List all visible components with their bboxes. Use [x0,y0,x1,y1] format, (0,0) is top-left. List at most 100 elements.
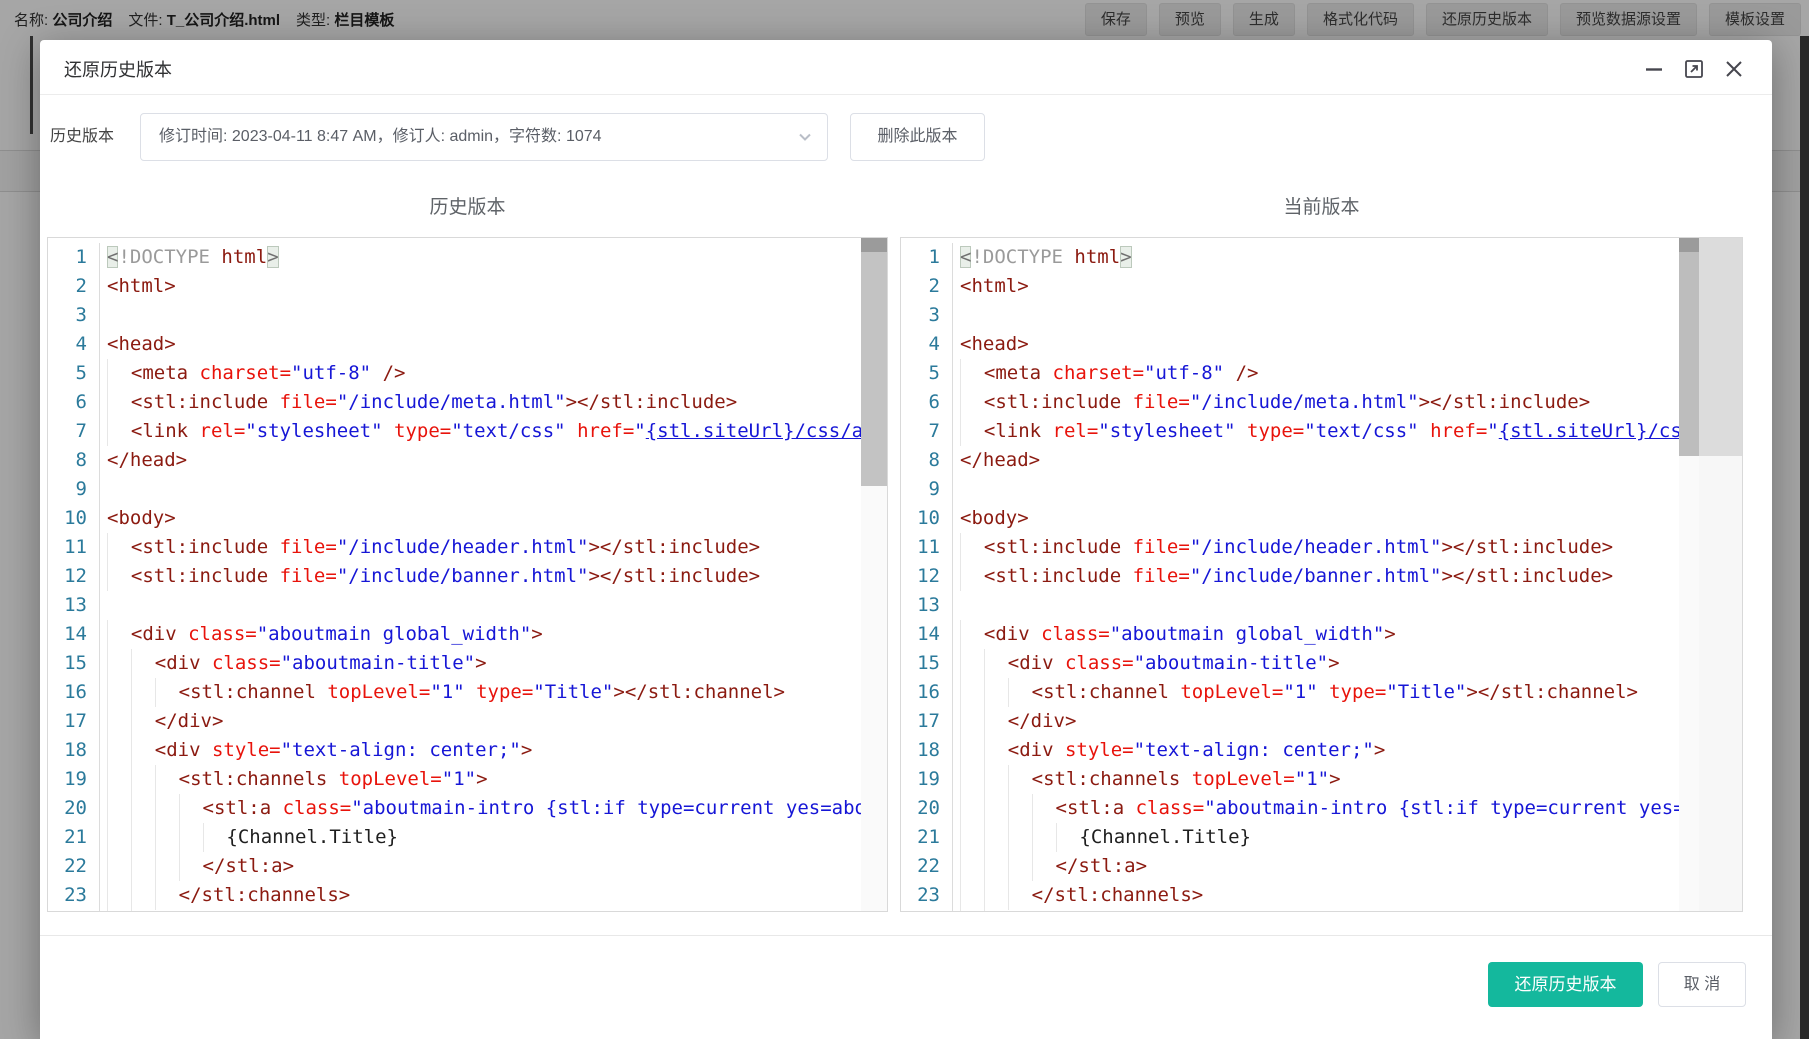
delete-version-button[interactable]: 删除此版本 [850,113,985,161]
line-number: 10 [901,504,953,533]
code-line: 16<stl:channel topLevel="1" type="Title"… [901,678,1742,707]
indent-guide [984,765,1008,794]
close-icon[interactable] [1722,57,1746,81]
code-line: 6<stl:include file="/include/meta.html">… [901,388,1742,417]
indent-guide [131,707,155,736]
code-line: 4<head> [48,330,887,359]
line-number: 19 [48,765,100,794]
code-line: 19<stl:channels topLevel="1"> [48,765,887,794]
code-line: 19<stl:channels topLevel="1"> [901,765,1742,794]
current-code-editor[interactable]: 1<!DOCTYPE html>2<html>34<head>5<meta ch… [900,237,1743,912]
maximize-icon[interactable] [1682,57,1706,81]
indent-guide [984,910,1008,912]
indent-guide [960,620,984,649]
scrollbar-button[interactable] [861,238,887,252]
line-number: 11 [48,533,100,562]
line-number: 16 [48,678,100,707]
code-line: 7<link rel="stylesheet" type="text/css" … [901,417,1742,446]
line-number: 12 [48,562,100,591]
line-number: 10 [48,504,100,533]
code-line: 23</stl:channels> [901,881,1742,910]
indent-guide [960,707,984,736]
line-number: 11 [901,533,953,562]
history-version-selected-option: 修订时间: 2023-04-11 8:47 AM，修订人: admin，字符数:… [159,114,602,160]
indent-guide [984,707,1008,736]
line-number: 4 [901,330,953,359]
restore-confirm-button[interactable]: 还原历史版本 [1488,962,1643,1007]
scrollbar-button[interactable] [1679,238,1699,252]
indent-guide [960,359,984,388]
scrollbar-thumb[interactable] [1699,238,1742,456]
line-number: 16 [901,678,953,707]
current-panel-outer-scrollbar[interactable] [1699,238,1742,911]
line-number: 5 [48,359,100,388]
indent-guide [107,707,131,736]
history-code-editor[interactable]: 1<!DOCTYPE html>2<html>34<head>5<meta ch… [47,237,888,912]
line-number: 13 [901,591,953,620]
indent-guide [960,881,984,910]
indent-guide [960,417,984,446]
code-line: 7<link rel="stylesheet" type="text/css" … [48,417,887,446]
line-number: 12 [901,562,953,591]
code-line: 17</div> [901,707,1742,736]
code-line: 5<meta charset="utf-8" /> [48,359,887,388]
indent-guide [131,910,155,912]
current-code-content: 1<!DOCTYPE html>2<html>34<head>5<meta ch… [901,238,1742,911]
line-number: 17 [901,707,953,736]
code-line: 22</stl:a> [48,852,887,881]
line-number: 6 [48,388,100,417]
indent-guide [131,852,155,881]
indent-guide [179,823,203,852]
line-number: 2 [901,272,953,301]
current-panel-title: 当前版本 [900,192,1743,219]
indent-guide [107,417,131,446]
history-editor-scrollbar[interactable] [861,238,887,911]
current-editor-scrollbar[interactable] [1679,238,1699,911]
minimize-icon[interactable] [1642,57,1666,81]
line-number: 5 [901,359,953,388]
code-line: 16<stl:channel topLevel="1" type="Title"… [48,678,887,707]
line-number: 13 [48,591,100,620]
history-panel-title: 历史版本 [47,192,888,219]
line-number: 22 [48,852,100,881]
indent-guide [131,881,155,910]
indent-guide [179,794,203,823]
code-line: 3 [901,301,1742,330]
indent-guide [131,765,155,794]
indent-guide [107,359,131,388]
code-line: 11<stl:include file="/include/header.htm… [901,533,1742,562]
line-number: 1 [901,243,953,272]
indent-guide [107,533,131,562]
indent-guide [155,765,179,794]
indent-guide [984,794,1008,823]
indent-guide [960,852,984,881]
line-number: 23 [48,881,100,910]
indent-guide [107,388,131,417]
indent-guide [131,678,155,707]
indent-guide [960,794,984,823]
code-line: 1<!DOCTYPE html> [901,243,1742,272]
line-number: 7 [48,417,100,446]
cancel-button[interactable]: 取 消 [1658,962,1746,1007]
indent-guide [107,562,131,591]
indent-guide [984,678,1008,707]
indent-guide [107,794,131,823]
code-line: 15<div class="aboutmain-title"> [48,649,887,678]
history-version-select[interactable]: 修订时间: 2023-04-11 8:47 AM，修订人: admin，字符数:… [140,113,828,161]
code-line: 13 [48,591,887,620]
scrollbar-thumb[interactable] [1679,252,1699,456]
indent-guide [203,823,227,852]
indent-guide [960,533,984,562]
line-number: 15 [48,649,100,678]
indent-guide [960,678,984,707]
code-line: 1<!DOCTYPE html> [48,243,887,272]
code-line: 14<div class="aboutmain global_width"> [48,620,887,649]
indent-guide [1032,823,1056,852]
scrollbar-thumb[interactable] [861,252,887,486]
indent-guide [1056,823,1080,852]
indent-guide [1008,765,1032,794]
line-number: 19 [901,765,953,794]
indent-guide [960,736,984,765]
indent-guide [960,910,984,912]
line-number: 24 [48,910,100,912]
